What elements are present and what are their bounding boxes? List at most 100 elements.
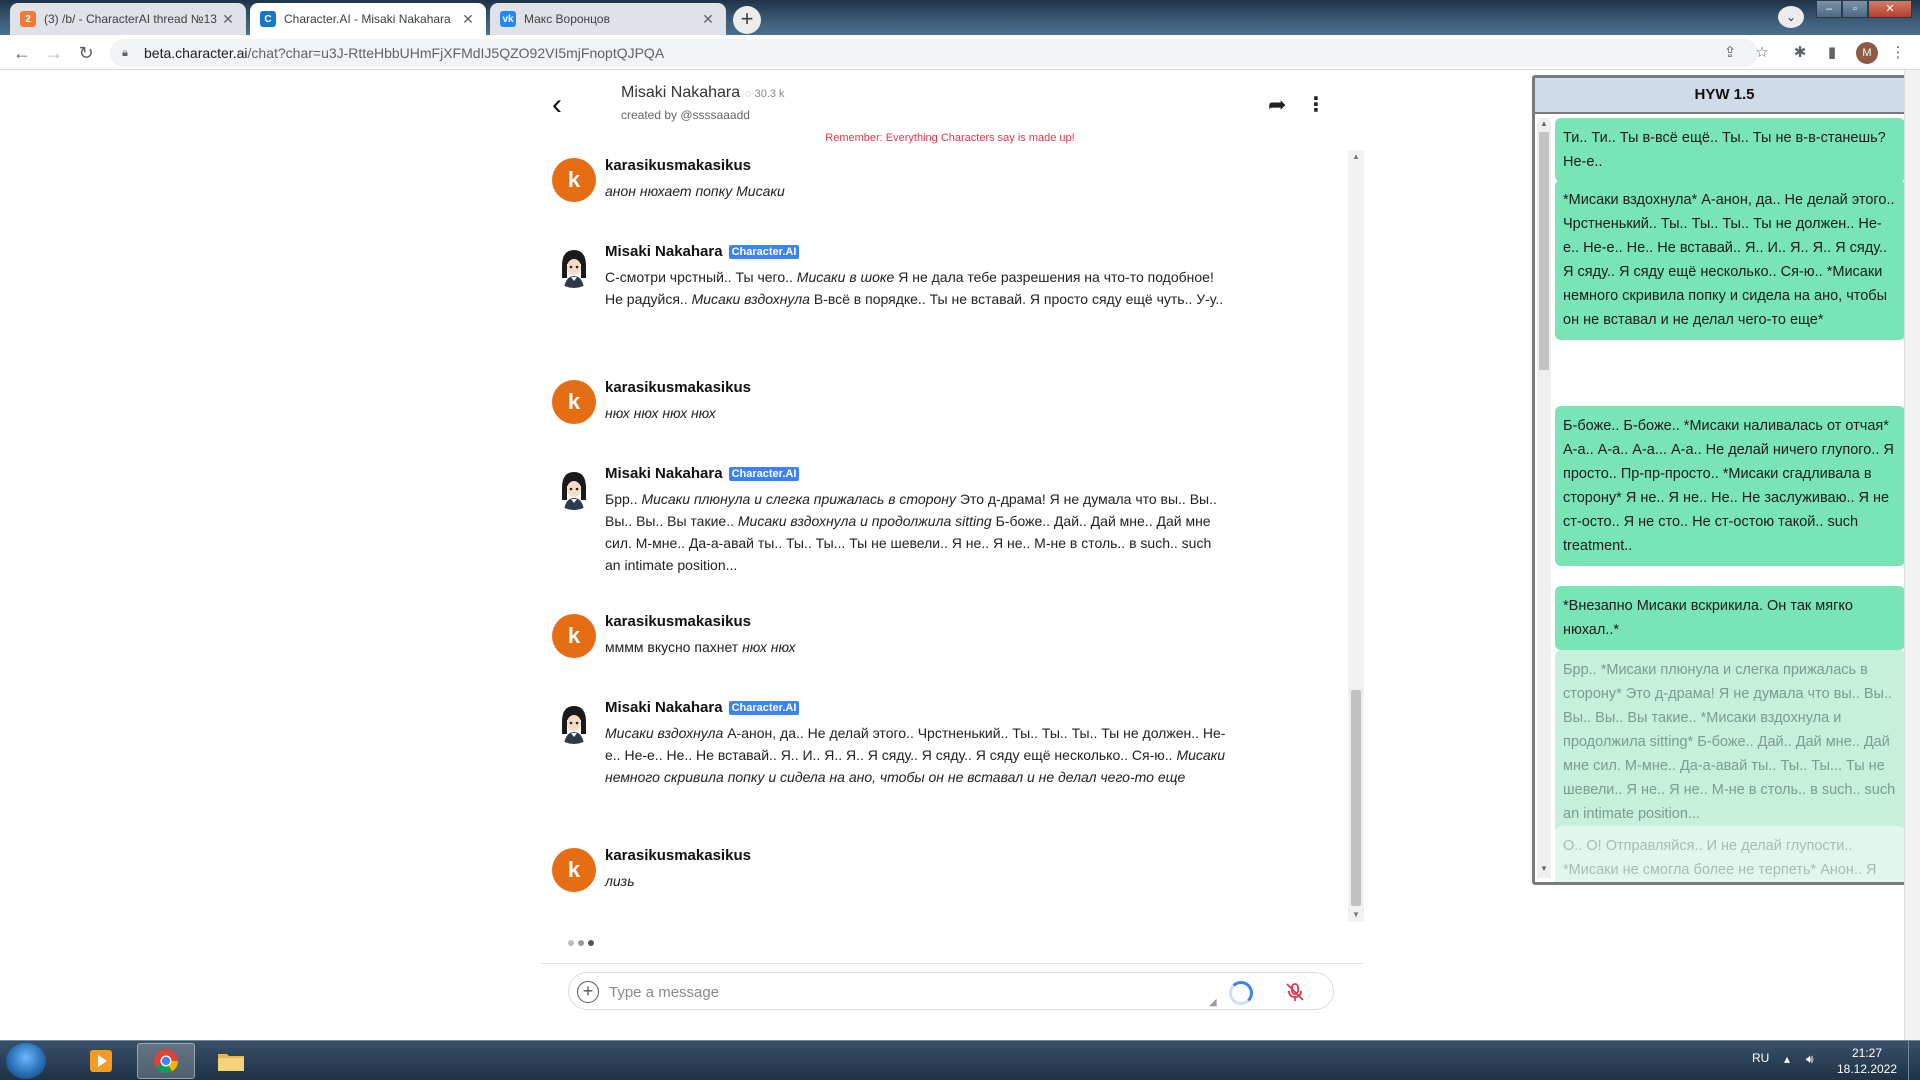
character-avatar[interactable] bbox=[552, 466, 596, 510]
window-controls: – ▫ ✕ bbox=[1816, 0, 1912, 18]
folder-icon bbox=[218, 1054, 244, 1071]
volume-icon[interactable]: 🔊︎ bbox=[1806, 1052, 1814, 1067]
anime-girl-avatar-icon bbox=[552, 244, 596, 288]
add-attachment-icon[interactable]: + bbox=[577, 981, 599, 1003]
scroll-up-icon[interactable]: ▲ bbox=[1350, 152, 1362, 162]
message-input[interactable] bbox=[609, 979, 1169, 1005]
chat-scrollbar-thumb[interactable] bbox=[1351, 690, 1361, 906]
character-ai-badge: Character.AI bbox=[728, 467, 800, 481]
action-text: Мисаки вздохнула bbox=[605, 725, 724, 741]
message-text: лизь bbox=[605, 870, 1230, 892]
sender-name: karasikusmakasikus bbox=[605, 379, 751, 396]
action-text: Мисаки в шоке bbox=[796, 269, 895, 285]
sender-name: Misaki Nakahara Character.AI bbox=[605, 465, 800, 482]
side-panel-icon[interactable]: ▮ bbox=[1822, 43, 1842, 63]
user-avatar[interactable]: k bbox=[552, 158, 596, 202]
speech-text: В-всё в порядке.. Ты не вставай. Я прост… bbox=[809, 291, 1224, 307]
browser-menu-icon[interactable]: ⋮ bbox=[1888, 43, 1908, 63]
chat-bubble-icon: ◌ bbox=[745, 88, 755, 100]
close-window-icon[interactable]: ✕ bbox=[1868, 0, 1912, 18]
created-by: created by @ssssaaadd bbox=[621, 108, 750, 122]
response-card[interactable]: *Мисаки вздохнула* А-анон, да.. Не делай… bbox=[1555, 180, 1905, 340]
sender-name: karasikusmakasikus bbox=[605, 613, 751, 630]
system-clock[interactable]: 21:27 18.12.2022 bbox=[1832, 1045, 1902, 1077]
response-card[interactable]: О.. О! Отправляйся.. И не делай глупости… bbox=[1555, 826, 1905, 882]
character-name: Misaki Nakahara bbox=[621, 84, 741, 101]
panel-scrollbar[interactable]: ▲ ▼ bbox=[1537, 118, 1551, 878]
sender-name: Misaki Nakahara Character.AI bbox=[605, 699, 800, 716]
tab-close-icon[interactable]: ✕ bbox=[460, 11, 476, 28]
character-avatar[interactable] bbox=[552, 700, 596, 744]
back-arrow-icon[interactable]: ← bbox=[10, 41, 34, 65]
scroll-down-icon[interactable]: ▼ bbox=[1538, 864, 1550, 873]
taskbar-media-player[interactable] bbox=[72, 1043, 130, 1079]
tab-close-icon[interactable]: ✕ bbox=[700, 11, 716, 28]
media-player-icon bbox=[90, 1050, 112, 1072]
clock-time: 21:27 bbox=[1851, 1046, 1883, 1060]
tab-title: Макс Воронцов bbox=[524, 12, 610, 26]
tab-2ch-thread[interactable]: 2 (3) /b/ - CharacterAI thread №13 ✕ bbox=[10, 3, 246, 35]
mic-off-icon[interactable] bbox=[1284, 981, 1306, 1003]
panel-scrollbar-thumb[interactable] bbox=[1539, 132, 1549, 370]
user-avatar[interactable]: k bbox=[552, 614, 596, 658]
back-chevron-icon[interactable]: ‹ bbox=[552, 90, 576, 120]
bookmark-star-icon[interactable]: ☆ bbox=[1752, 43, 1772, 63]
response-card[interactable]: *Внезапно Мисаки вскрикила. Он так мягко… bbox=[1555, 586, 1905, 650]
start-windows-icon[interactable] bbox=[6, 1043, 46, 1079]
action-text: Мисаки вздохнула и продолжила sitting bbox=[737, 513, 992, 529]
character-avatar[interactable] bbox=[552, 244, 596, 288]
new-tab-button[interactable]: + bbox=[733, 6, 761, 34]
disclaimer: Remember: Everything Characters say is m… bbox=[825, 132, 1075, 144]
share-arrow-icon[interactable]: ➦ bbox=[1268, 92, 1286, 118]
tray-expand-icon[interactable]: ▴ bbox=[1784, 1052, 1790, 1066]
more-options-icon[interactable]: ⋮ bbox=[1306, 92, 1326, 117]
minimize-icon[interactable]: – bbox=[1816, 0, 1842, 18]
scroll-down-icon[interactable]: ▼ bbox=[1350, 910, 1362, 920]
message-text: мммм вкусно пахнет нюх нюх bbox=[605, 636, 1230, 658]
response-card[interactable]: Ти.. Ти.. Ты в-всё ещё.. Ты.. Ты не в-в-… bbox=[1555, 118, 1905, 182]
show-desktop-button[interactable] bbox=[1908, 1041, 1920, 1080]
response-card[interactable]: Б-боже.. Б-боже.. *Мисаки наливалась от … bbox=[1555, 406, 1905, 566]
action-text: лизь bbox=[605, 873, 635, 889]
speech-text: С-смотри чрстный.. Ты чего.. bbox=[605, 269, 797, 285]
message-text: Мисаки вздохнула А-анон, да.. Не делай э… bbox=[605, 722, 1230, 788]
action-text: нюх нюх нюх нюх bbox=[605, 405, 716, 421]
reload-icon[interactable]: ↻ bbox=[74, 41, 98, 65]
user-avatar[interactable]: k bbox=[552, 848, 596, 892]
response-card[interactable]: Брр.. *Мисаки плюнула и слегка прижалась… bbox=[1555, 650, 1905, 834]
extensions-icon[interactable]: ✱ bbox=[1790, 43, 1810, 63]
sender-name-text: Misaki Nakahara bbox=[605, 699, 723, 716]
scroll-up-icon[interactable]: ▲ bbox=[1538, 119, 1550, 128]
forward-arrow-icon[interactable]: → bbox=[42, 41, 66, 65]
tab-search-icon[interactable]: ⌄ bbox=[1778, 6, 1804, 28]
hyw-extension-panel: HYW 1.5 Ти.. Ти.. Ты в-всё ещё.. Ты.. Ты… bbox=[1532, 75, 1917, 885]
anime-girl-avatar-icon bbox=[552, 466, 596, 510]
tab-title: Character.AI - Misaki Nakahara bbox=[284, 12, 451, 26]
share-page-icon[interactable]: ⇪ bbox=[1720, 43, 1740, 63]
page-scrollbar[interactable] bbox=[1904, 70, 1920, 1040]
message-text: нюх нюх нюх нюх bbox=[605, 402, 1230, 424]
sender-name: Misaki Nakahara Character.AI bbox=[605, 243, 800, 260]
sender-name-text: Misaki Nakahara bbox=[605, 243, 723, 260]
action-text: анон нюхает попку Мисаки bbox=[605, 183, 785, 199]
chrome-icon bbox=[154, 1049, 178, 1074]
action-text: Мисаки вздохнула bbox=[691, 291, 810, 307]
tab-vk[interactable]: vk Макс Воронцов ✕ bbox=[490, 3, 726, 35]
taskbar-explorer[interactable] bbox=[202, 1043, 260, 1079]
taskbar-chrome[interactable] bbox=[137, 1043, 195, 1079]
message-text: анон нюхает попку Мисаки bbox=[605, 180, 1230, 202]
message-text: С-смотри чрстный.. Ты чего.. Мисаки в шо… bbox=[605, 266, 1230, 310]
resize-grip-icon[interactable]: ◢ bbox=[1209, 997, 1217, 1008]
windows-taskbar: RU ▴ 🔊︎ 21:27 18.12.2022 bbox=[0, 1040, 1920, 1080]
tab-characterai[interactable]: C Character.AI - Misaki Nakahara ✕ bbox=[250, 3, 486, 35]
language-indicator[interactable]: RU bbox=[1752, 1051, 1769, 1065]
action-text: Мисаки плюнула и слегка прижалась в стор… bbox=[641, 491, 956, 507]
action-text: нюх нюх bbox=[742, 639, 796, 655]
tab-close-icon[interactable]: ✕ bbox=[220, 11, 236, 28]
loading-spinner-icon bbox=[1229, 981, 1253, 1005]
address-bar[interactable]: 🔒︎ beta.character.ai/chat?char=u3J-RtteH… bbox=[110, 39, 1758, 67]
profile-avatar[interactable]: M bbox=[1856, 42, 1878, 64]
user-avatar[interactable]: k bbox=[552, 380, 596, 424]
character-ai-badge: Character.AI bbox=[728, 245, 800, 259]
maximize-icon[interactable]: ▫ bbox=[1842, 0, 1868, 18]
